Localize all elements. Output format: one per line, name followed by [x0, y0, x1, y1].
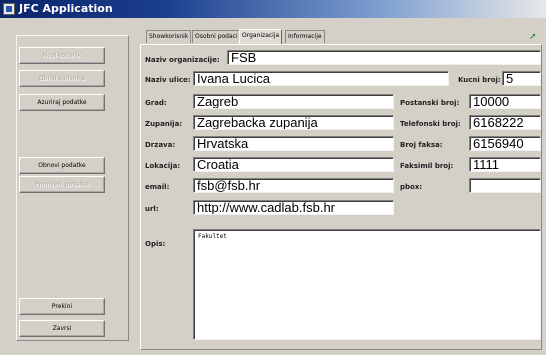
postanski-broj-label: Postanski broj: [400, 99, 460, 107]
grad-label: Grad: [145, 99, 167, 107]
postanski-broj-field[interactable]: 10000 [469, 94, 541, 109]
cancel-button[interactable]: Prekini [19, 298, 105, 315]
telefonski-broj-label: Telefonski broj: [400, 120, 461, 128]
zupanija-label: Zupanija: [145, 120, 183, 128]
tab-osobni-podaci[interactable]: Osobni podaci [192, 30, 241, 43]
broj-faksa-label: Broj faksa: [400, 141, 443, 149]
naziv-organizacije-label: Naziv organizacije: [145, 56, 220, 64]
telefonski-broj-field[interactable]: 6168222 [469, 115, 541, 130]
change-data-button-label: Promijeni podatke [34, 181, 90, 188]
title-bar[interactable]: JFC Application [0, 0, 546, 18]
email-field[interactable]: fsb@fsb.hr [193, 178, 394, 193]
grad-field[interactable]: Zagreb [193, 94, 394, 109]
opis-label: Opis: [145, 240, 166, 248]
update-data-button[interactable]: Azuriraj podatke [19, 94, 105, 111]
drzava-label: Drzava: [145, 141, 176, 149]
pbox-label: pbox: [400, 183, 423, 191]
naziv-ulice-field[interactable]: Ivana Lucica [193, 71, 449, 86]
finish-button-label: Zavrsi [52, 325, 72, 332]
change-data-button[interactable]: Promijeni podatke [19, 176, 105, 193]
refresh-data-button-label: Obnovi podatke [38, 162, 86, 169]
url-field[interactable]: http://www.cadlab.fsb.hr [193, 200, 394, 215]
update-data-button-label: Azuriraj podatke [37, 99, 87, 106]
new-user-button[interactable]: Novi korisnik [19, 47, 105, 64]
url-label: url: [145, 205, 159, 213]
cancel-button-label: Prekini [51, 303, 73, 310]
kucni-broj-field[interactable]: 5 [502, 71, 541, 86]
arrow-icon[interactable]: ➚ [529, 31, 537, 42]
application-window: JFC Application Novi korisnik Obrisi kor… [0, 0, 546, 355]
finish-button[interactable]: Zavrsi [19, 320, 105, 337]
new-user-button-label: Novi korisnik [42, 52, 82, 59]
broj-faksa-field[interactable]: 6156940 [469, 136, 541, 151]
faksimil-broj-label: Faksimil broj: [400, 162, 454, 170]
delete-user-button[interactable]: Obrisi korisnika [19, 70, 105, 87]
naziv-ulice-label: Naziv ulice: [145, 76, 191, 84]
tab-showkorisnik[interactable]: Showkorisnik [146, 30, 192, 43]
zupanija-field[interactable]: Zagrebacka zupanija [193, 115, 394, 130]
tab-organizacija[interactable]: Organizacija [239, 29, 283, 44]
faksimil-broj-field[interactable]: 1111 [469, 157, 541, 172]
opis-textarea[interactable]: Fakultet [193, 229, 541, 340]
email-label: email: [145, 183, 170, 191]
lokacija-label: Lokacija: [145, 162, 181, 170]
app-icon [3, 3, 15, 15]
naziv-organizacije-field[interactable]: FSB [227, 50, 541, 65]
delete-user-button-label: Obrisi korisnika [38, 75, 86, 82]
tab-informacije[interactable]: Informacije [285, 30, 325, 43]
lokacija-field[interactable]: Croatia [193, 157, 394, 172]
drzava-field[interactable]: Hrvatska [193, 136, 394, 151]
refresh-data-button[interactable]: Obnovi podatke [19, 157, 105, 174]
kucni-broj-label: Kucni broj: [458, 76, 501, 84]
window-title: JFC Application [19, 2, 113, 15]
pbox-field[interactable] [469, 178, 541, 193]
